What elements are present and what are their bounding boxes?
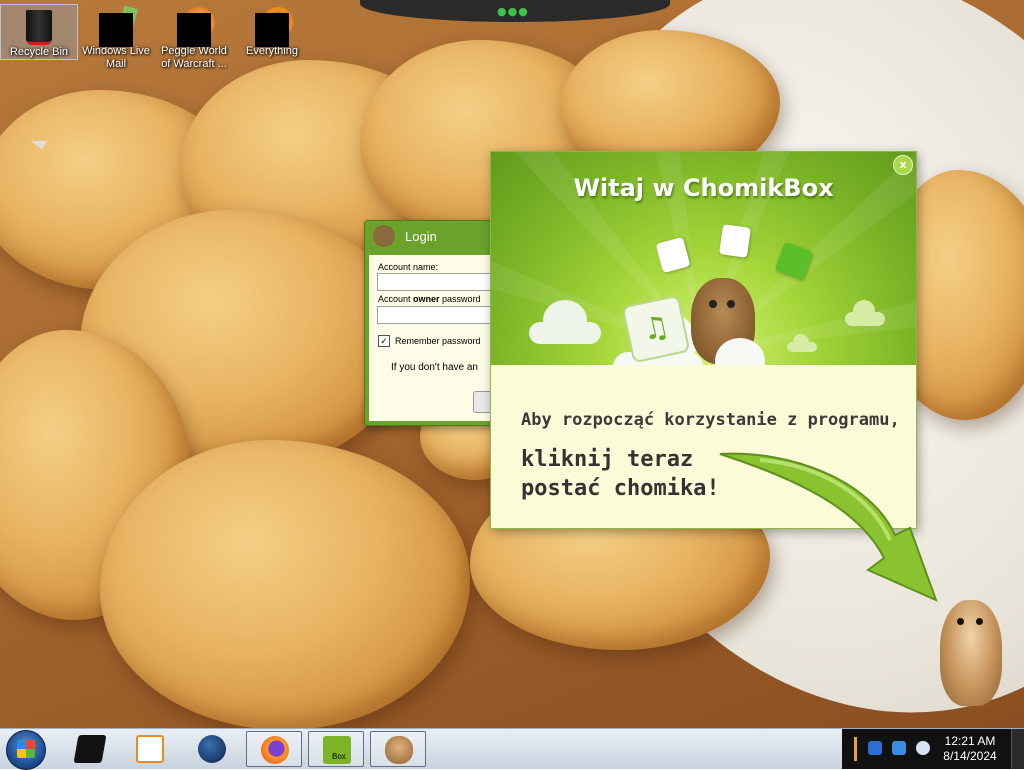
password-label-suffix: password bbox=[439, 294, 481, 304]
volume-icon[interactable] bbox=[916, 741, 930, 755]
login-titlebar[interactable]: Login bbox=[365, 221, 505, 251]
password-label-bold: owner bbox=[413, 294, 440, 304]
cloud-icon bbox=[845, 300, 885, 326]
clock-date: 8/14/2024 bbox=[943, 749, 997, 763]
hamster-icon bbox=[385, 736, 413, 764]
login-form: Account name: Account owner password ✓ R… bbox=[369, 255, 515, 421]
music-file-icon: ♫ bbox=[621, 294, 691, 364]
book-file-icon bbox=[774, 241, 814, 281]
popup-title: Witaj w ChomikBox bbox=[573, 174, 834, 202]
signup-text[interactable]: If you don't have an bbox=[391, 362, 478, 373]
popup-message-line3: postać chomika! bbox=[521, 476, 720, 501]
console-icon bbox=[73, 735, 107, 763]
clock[interactable]: 12:21 AM 8/14/2024 bbox=[938, 734, 1002, 764]
windows-live-mail-icon bbox=[99, 5, 138, 47]
desktop-icon-label: Windows Live Mail bbox=[82, 45, 150, 70]
media-player-icon bbox=[136, 735, 164, 763]
taskbar-item-media-player[interactable] bbox=[122, 731, 178, 767]
top-indicator-icon: ●●● bbox=[497, 5, 529, 18]
clock-time: 12:21 AM bbox=[944, 734, 996, 748]
cloud-icon bbox=[529, 300, 601, 344]
account-name-label: Account name: bbox=[378, 262, 439, 272]
nugget bbox=[100, 440, 470, 728]
chomik-logo-icon bbox=[373, 225, 395, 247]
tray-divider bbox=[854, 737, 857, 761]
password-label-prefix: Account bbox=[378, 294, 414, 304]
hamster-desktop-widget[interactable] bbox=[940, 600, 1002, 706]
firefox-icon bbox=[261, 736, 289, 764]
taskbar-item-console[interactable] bbox=[62, 731, 118, 767]
popup-message-line2: kliknij teraz bbox=[521, 447, 694, 472]
desktop[interactable]: ●●● Recycle Bin Windows Live Mail Peggle… bbox=[0, 0, 1024, 728]
cloud-icon bbox=[787, 334, 817, 352]
chomikbox-icon-label: Box bbox=[332, 752, 346, 761]
password-input[interactable] bbox=[377, 306, 505, 324]
popup-banner: Witaj w ChomikBox ♫ bbox=[491, 152, 916, 365]
recycle-bin-icon bbox=[22, 8, 56, 45]
system-tray: 12:21 AM 8/14/2024 bbox=[842, 729, 1024, 769]
desktop-icon-peggle[interactable]: Peggle World of Warcraft ... bbox=[156, 4, 232, 71]
network-icon[interactable] bbox=[868, 741, 882, 755]
chomikbox-icon: Box bbox=[323, 736, 351, 764]
everything-icon bbox=[255, 7, 293, 47]
peggle-icon bbox=[177, 7, 215, 47]
tray-app-icon[interactable] bbox=[892, 741, 906, 755]
password-label: Account owner password bbox=[378, 294, 481, 304]
desktop-icon-windows-live-mail[interactable]: Windows Live Mail bbox=[78, 4, 154, 71]
show-desktop-button[interactable] bbox=[1011, 729, 1024, 769]
start-button[interactable] bbox=[6, 730, 46, 770]
taskbar-item-chomikbox[interactable]: Box bbox=[308, 731, 364, 767]
taskbar-item-hamster[interactable] bbox=[370, 731, 426, 767]
login-title: Login bbox=[405, 228, 437, 244]
pointer-arrow-icon bbox=[719, 452, 938, 602]
picture-file-icon bbox=[719, 224, 751, 258]
login-window[interactable]: Login Account name: Account owner passwo… bbox=[364, 220, 515, 426]
desktop-icon-everything[interactable]: Everything bbox=[234, 4, 310, 58]
desktop-icon-recycle-bin[interactable]: Recycle Bin bbox=[0, 4, 78, 60]
windows-logo-icon bbox=[17, 740, 35, 758]
taskbar-item-firefox[interactable] bbox=[246, 731, 302, 767]
desktop-icon-label: Peggle World of Warcraft ... bbox=[161, 45, 227, 70]
globe-icon bbox=[198, 735, 226, 763]
account-name-input[interactable] bbox=[377, 273, 505, 291]
popup-message-line1: Aby rozpocząć korzystanie z programu, bbox=[521, 410, 900, 430]
remember-password-label: Remember password bbox=[395, 336, 481, 346]
close-button[interactable]: x bbox=[893, 155, 913, 175]
remember-password-checkbox[interactable]: ✓ bbox=[378, 335, 390, 347]
desktop-icon-label: Recycle Bin bbox=[9, 46, 69, 58]
taskbar: Box 12:21 AM 8/14/2024 bbox=[0, 728, 1024, 770]
taskbar-item-globe[interactable] bbox=[184, 731, 240, 767]
